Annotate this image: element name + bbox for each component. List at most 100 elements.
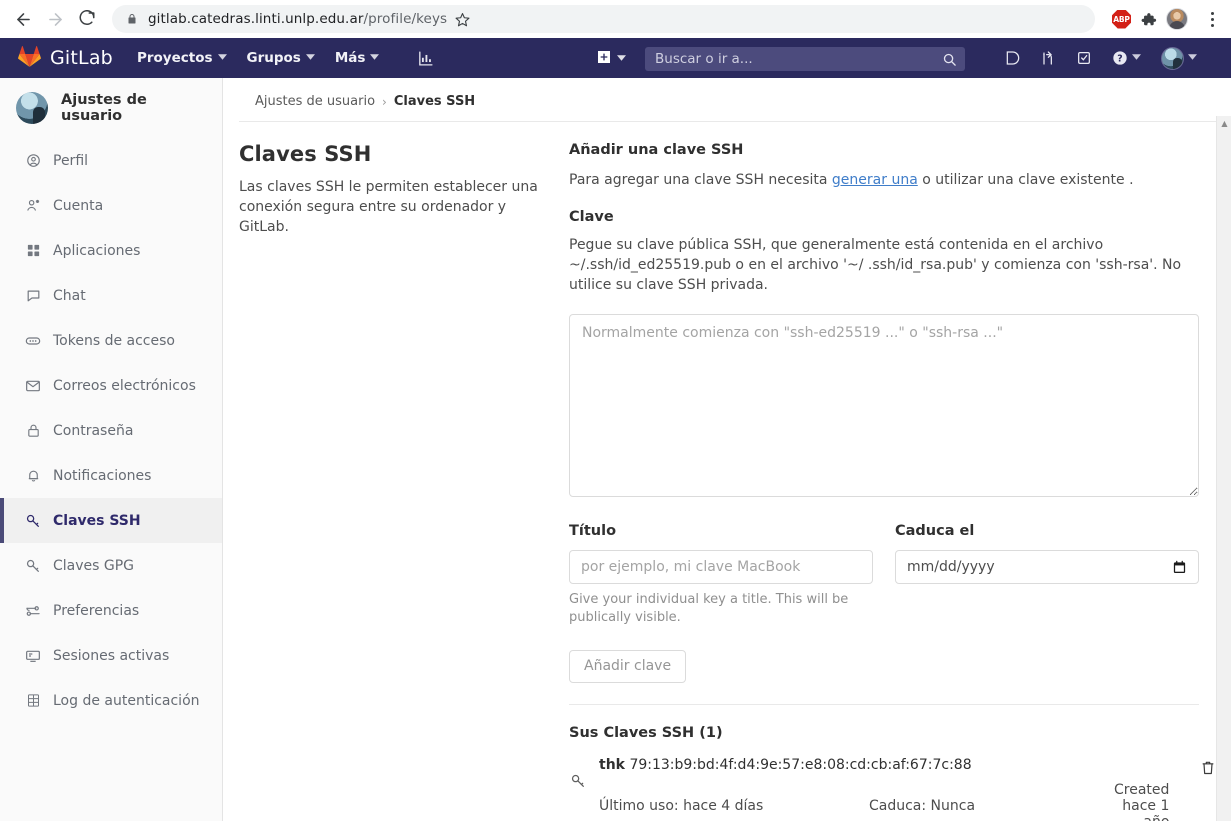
sidebar-item-log-de-autenticacion[interactable]: Log de autenticación — [0, 678, 222, 723]
key-icon — [25, 558, 41, 574]
search-magnifier-icon[interactable] — [942, 52, 957, 67]
sidebar-item-notificaciones[interactable]: Notificaciones — [0, 453, 222, 498]
merge-requests-icon[interactable] — [1030, 50, 1066, 66]
user-menu-button[interactable] — [1151, 46, 1207, 70]
table-grid-icon — [25, 693, 41, 709]
browser-back-button[interactable] — [8, 4, 38, 34]
nav-mas[interactable]: Más — [335, 50, 380, 66]
scrollbar-up-arrow[interactable]: ▲ — [1217, 116, 1231, 130]
sidebar-item-label: Correos electrónicos — [53, 377, 196, 394]
calendar-icon[interactable] — [1172, 559, 1187, 575]
todos-checkbox-icon[interactable] — [1066, 50, 1102, 66]
ssh-key-details: thk 79:13:b9:bd:4f:d4:9e:57:e8:08:cd:cb:… — [599, 757, 1187, 821]
chevron-down-icon — [1132, 53, 1141, 63]
nav-grupos[interactable]: Grupos — [247, 50, 315, 66]
sidebar-item-correos-electronicos[interactable]: Correos electrónicos — [0, 363, 222, 408]
chevron-down-icon — [305, 53, 315, 63]
generate-key-link[interactable]: generar una — [832, 172, 918, 188]
bookmark-star-icon[interactable] — [449, 6, 475, 32]
key-icon — [569, 757, 587, 789]
sidebar-item-label: Notificaciones — [53, 467, 152, 484]
sidebar-item-label: Aplicaciones — [53, 242, 141, 259]
title-field-group: Título Give your individual key a title.… — [569, 523, 873, 628]
sidebar-item-claves-gpg[interactable]: Claves GPG — [0, 543, 222, 588]
nav-grupos-label: Grupos — [246, 50, 301, 66]
help-question-icon[interactable]: ? — [1102, 50, 1151, 66]
gitlab-nav-links: Proyectos Grupos Más — [137, 50, 434, 67]
sidebar-item-label: Sesiones activas — [53, 647, 170, 664]
url-text: gitlab.catedras.linti.unlp.edu.ar/profil… — [148, 11, 447, 27]
sidebar-header: Ajustes de usuario — [0, 78, 222, 138]
title-input[interactable] — [569, 549, 873, 584]
app-grid-icon — [25, 243, 41, 259]
sidebar-item-sesiones-activas[interactable]: Sesiones activas — [0, 633, 222, 678]
search-input[interactable]: Buscar o ir a... — [645, 47, 965, 71]
page-description: Las claves SSH le permiten establecer un… — [239, 179, 538, 235]
sidebar-item-chat[interactable]: Chat — [0, 273, 222, 318]
sidebar-item-claves-ssh[interactable]: Claves SSH — [0, 498, 222, 543]
add-key-intro: Para agregar una clave SSH necesita gene… — [569, 171, 1199, 191]
ssh-key-created: Created hace 1 año — [1114, 781, 1170, 821]
sidebar-item-preferencias[interactable]: Preferencias — [0, 588, 222, 633]
key-input[interactable] — [569, 313, 1199, 497]
puzzle-extensions-icon[interactable] — [1140, 11, 1157, 28]
gitlab-home-link[interactable]: GitLab — [18, 45, 113, 72]
sidebar-item-label: Cuenta — [53, 197, 104, 214]
gitlab-tanuki-logo — [18, 45, 41, 72]
chrome-profile-avatar[interactable] — [1166, 8, 1188, 30]
browser-toolbar: gitlab.catedras.linti.unlp.edu.ar/profil… — [0, 0, 1231, 38]
create-new-button[interactable] — [596, 49, 626, 69]
envelope-icon — [25, 378, 41, 394]
ssh-key-title: thk — [599, 756, 625, 773]
key-field-label: Clave — [569, 208, 614, 225]
nav-proyectos[interactable]: Proyectos — [137, 50, 227, 66]
gitlab-navbar-right: ? — [994, 38, 1207, 78]
browser-reload-button[interactable] — [72, 4, 102, 34]
sidebar-item-perfil[interactable]: Perfil — [0, 138, 222, 183]
sidebar-item-label: Claves SSH — [53, 512, 141, 529]
ssh-key-expires: Caduca: Nunca — [869, 797, 976, 814]
chevron-down-icon — [1188, 53, 1197, 63]
chrome-kebab-menu-icon[interactable] — [1201, 11, 1223, 27]
ssh-key-identity: thk 79:13:b9:bd:4f:d4:9e:57:e8:08:cd:cb:… — [599, 757, 1187, 773]
sidebar-item-label: Contraseña — [53, 422, 134, 439]
expiry-date-input[interactable]: mm/dd/yyyy — [895, 549, 1199, 584]
page-scrollbar[interactable]: ▲ — [1216, 116, 1231, 821]
page-body: Ajustes de usuario Perfil Cuenta Aplicac… — [0, 78, 1231, 821]
analytics-chart-icon[interactable] — [417, 50, 434, 67]
user-settings-icon — [25, 198, 41, 214]
chat-bubble-icon — [25, 288, 41, 304]
sidebar-item-label: Perfil — [53, 152, 89, 169]
add-key-button[interactable]: Añadir clave — [569, 649, 687, 683]
sidebar-item-cuenta[interactable]: Cuenta — [0, 183, 222, 228]
nav-proyectos-label: Proyectos — [136, 50, 213, 66]
trash-icon[interactable] — [1199, 757, 1217, 776]
issues-icon[interactable] — [994, 50, 1030, 66]
title-field-label: Título — [569, 522, 617, 539]
section-intro-column: Claves SSH Las claves SSH le permiten es… — [239, 142, 569, 821]
abp-extension-icon[interactable]: ABP — [1112, 9, 1131, 29]
search-placeholder: Buscar o ir a... — [655, 51, 753, 67]
sidebar-title: Ajustes de usuario — [61, 92, 147, 124]
chevron-down-icon — [217, 53, 227, 63]
user-avatar-large — [16, 92, 48, 124]
sidebar-item-label: Chat — [53, 287, 86, 304]
title-expiry-row: Título Give your individual key a title.… — [569, 523, 1199, 628]
breadcrumb-parent[interactable]: Ajustes de usuario — [255, 94, 375, 109]
sidebar-item-tokens-de-acceso[interactable]: Tokens de acceso — [0, 318, 222, 363]
breadcrumb-current: Claves SSH — [393, 94, 476, 109]
user-circle-icon — [25, 153, 41, 169]
sidebar-item-contrasena[interactable]: Contraseña — [0, 408, 222, 453]
browser-forward-button[interactable] — [40, 4, 70, 34]
sidebar-item-label: Preferencias — [53, 602, 140, 619]
chevron-down-icon — [617, 54, 626, 64]
add-key-intro-after: o utilizar una clave existente . — [917, 172, 1134, 188]
lock-icon — [25, 423, 41, 439]
key-icon — [25, 513, 41, 529]
section-divider — [569, 703, 1199, 705]
browser-address-bar[interactable]: gitlab.catedras.linti.unlp.edu.ar/profil… — [112, 5, 1095, 33]
sidebar-item-aplicaciones[interactable]: Aplicaciones — [0, 228, 222, 273]
ssh-key-meta: Último uso: hace 4 días Caduca: Nunca Cr… — [599, 782, 1187, 821]
sliders-icon — [25, 603, 41, 619]
add-key-intro-before: Para agregar una clave SSH necesita — [569, 172, 832, 188]
